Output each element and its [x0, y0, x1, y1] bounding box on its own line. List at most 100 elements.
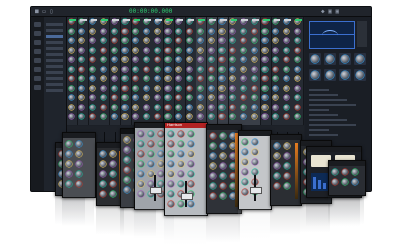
knob-icon[interactable]: [168, 181, 174, 187]
knob-icon[interactable]: [274, 173, 280, 179]
knob-icon[interactable]: [284, 163, 290, 169]
knob-icon[interactable]: [242, 179, 248, 185]
knob-icon[interactable]: [178, 141, 184, 147]
knob-icon[interactable]: [66, 161, 72, 167]
knob-icon[interactable]: [178, 151, 184, 157]
knob-icon[interactable]: [274, 153, 280, 159]
knob-icon[interactable]: [220, 183, 226, 189]
knob-icon[interactable]: [188, 161, 194, 167]
knob-icon[interactable]: [178, 161, 184, 167]
fader-cap[interactable]: [250, 187, 262, 194]
knob-icon[interactable]: [210, 153, 216, 159]
knob-icon[interactable]: [188, 171, 194, 177]
knob-icon[interactable]: [138, 131, 144, 137]
meter-bridge-plugin-window[interactable]: [270, 134, 302, 206]
knob-icon[interactable]: [252, 149, 258, 155]
knob-icon[interactable]: [188, 141, 194, 147]
knob-icon[interactable]: [210, 163, 216, 169]
knob-icon[interactable]: [210, 193, 216, 199]
knob-icon[interactable]: [110, 191, 116, 197]
knob-icon[interactable]: [352, 179, 358, 185]
knob-icon[interactable]: [76, 171, 82, 177]
la-2a-plugin-window[interactable]: [238, 130, 272, 210]
knob-icon[interactable]: [220, 153, 226, 159]
knob-icon[interactable]: [76, 151, 82, 157]
knob-icon[interactable]: [110, 171, 116, 177]
knob-icon[interactable]: [168, 131, 174, 137]
knob-icon[interactable]: [148, 161, 154, 167]
knob-icon[interactable]: [76, 181, 82, 187]
knob-icon[interactable]: [138, 171, 144, 177]
knob-icon[interactable]: [188, 151, 194, 157]
knob-icon[interactable]: [188, 181, 194, 187]
knob-icon[interactable]: [210, 133, 216, 139]
knob-icon[interactable]: [168, 141, 174, 147]
knob-icon[interactable]: [284, 143, 290, 149]
knob-icon[interactable]: [178, 171, 184, 177]
knob-icon[interactable]: [352, 169, 358, 175]
knob-icon[interactable]: [148, 131, 154, 137]
knob-icon[interactable]: [332, 179, 338, 185]
knob-icon[interactable]: [242, 149, 248, 155]
knob-icon[interactable]: [210, 143, 216, 149]
knob-icon[interactable]: [220, 173, 226, 179]
knob-icon[interactable]: [168, 171, 174, 177]
knob-icon[interactable]: [148, 141, 154, 147]
knob-icon[interactable]: [100, 171, 106, 177]
knob-icon[interactable]: [100, 161, 106, 167]
knob-icon[interactable]: [124, 137, 130, 143]
knob-icon[interactable]: [66, 141, 72, 147]
knob-icon[interactable]: [76, 141, 82, 147]
knob-icon[interactable]: [124, 147, 130, 153]
knob-icon[interactable]: [124, 187, 130, 193]
fairchild-plugin-window[interactable]: [206, 124, 242, 214]
ua-1176-limiter-plugin-window[interactable]: Harrison: [164, 122, 208, 216]
knob-icon[interactable]: [110, 151, 116, 157]
knob-icon[interactable]: [124, 167, 130, 173]
knob-icon[interactable]: [242, 139, 248, 145]
knob-icon[interactable]: [274, 143, 280, 149]
knob-icon[interactable]: [76, 161, 82, 167]
knob-icon[interactable]: [66, 171, 72, 177]
knob-icon[interactable]: [178, 181, 184, 187]
knob-icon[interactable]: [138, 161, 144, 167]
knob-icon[interactable]: [284, 183, 290, 189]
knob-icon[interactable]: [342, 169, 348, 175]
knob-icon[interactable]: [284, 153, 290, 159]
knob-icon[interactable]: [66, 181, 72, 187]
knob-icon[interactable]: [168, 191, 174, 197]
knob-icon[interactable]: [100, 151, 106, 157]
knob-icon[interactable]: [242, 159, 248, 165]
knob-icon[interactable]: [332, 169, 338, 175]
knob-icon[interactable]: [220, 143, 226, 149]
knob-icon[interactable]: [124, 177, 130, 183]
knob-icon[interactable]: [188, 201, 194, 207]
knob-icon[interactable]: [138, 181, 144, 187]
knob-icon[interactable]: [220, 163, 226, 169]
knob-icon[interactable]: [252, 139, 258, 145]
knob-icon[interactable]: [210, 173, 216, 179]
knob-icon[interactable]: [188, 131, 194, 137]
knob-icon[interactable]: [178, 201, 184, 207]
fader-cap[interactable]: [181, 193, 193, 200]
knob-icon[interactable]: [168, 151, 174, 157]
knob-icon[interactable]: [168, 161, 174, 167]
knob-icon[interactable]: [178, 131, 184, 137]
knob-icon[interactable]: [138, 151, 144, 157]
knob-icon[interactable]: [124, 157, 130, 163]
knob-icon[interactable]: [220, 133, 226, 139]
knob-icon[interactable]: [100, 181, 106, 187]
knob-icon[interactable]: [110, 181, 116, 187]
knob-icon[interactable]: [100, 191, 106, 197]
knob-icon[interactable]: [274, 163, 280, 169]
knob-icon[interactable]: [274, 183, 280, 189]
knob-icon[interactable]: [220, 193, 226, 199]
knob-icon[interactable]: [138, 191, 144, 197]
knob-icon[interactable]: [210, 183, 216, 189]
knob-icon[interactable]: [168, 201, 174, 207]
knob-icon[interactable]: [284, 173, 290, 179]
knob-icon[interactable]: [342, 179, 348, 185]
knob-icon[interactable]: [110, 161, 116, 167]
knob-icon[interactable]: [252, 159, 258, 165]
knob-icon[interactable]: [148, 151, 154, 157]
